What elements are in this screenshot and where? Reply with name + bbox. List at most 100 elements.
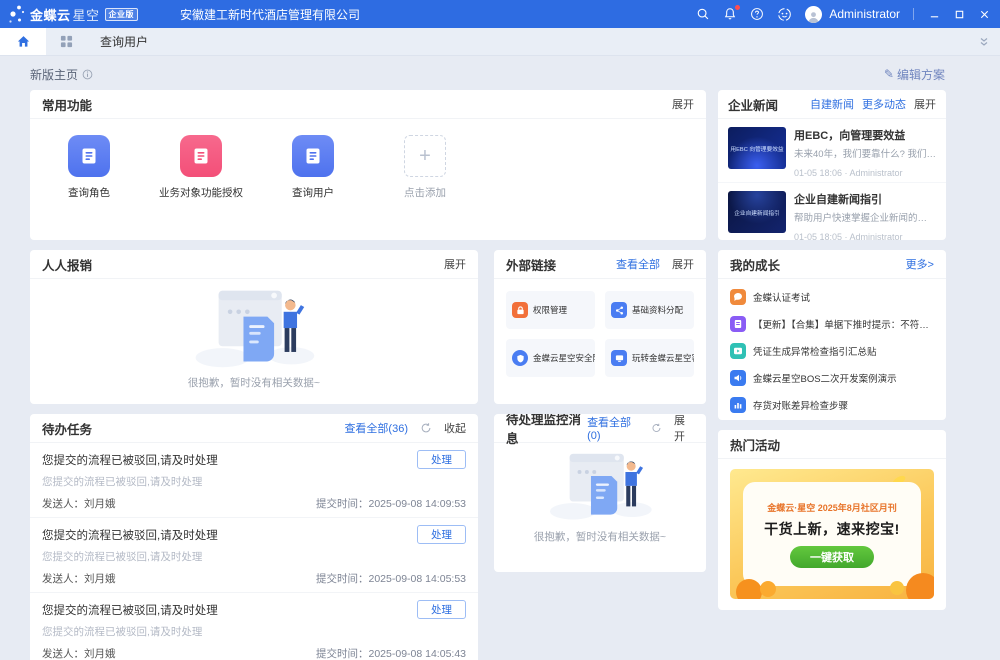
todo-tasks-card: 待办任务 查看全部(36) 收起 您提交的流程已被驳回,请及时处理 处理 您提交…	[30, 414, 478, 660]
todo-time: 提交时间：2025-09-08 14:05:53	[316, 571, 466, 586]
card-title: 待处理监控消息	[506, 414, 587, 447]
doc-icon	[68, 135, 110, 177]
notification-bell-icon[interactable]	[723, 7, 737, 21]
plus-icon: +	[404, 135, 446, 177]
maximize-icon[interactable]	[954, 9, 965, 20]
news-thumbnail: 用EBC 向管理要效益	[728, 127, 786, 169]
doc-icon	[292, 135, 334, 177]
tab-query-user[interactable]: 查询用户	[86, 28, 174, 55]
topbar-divider	[913, 8, 914, 20]
banner-subtitle: 金蝶云·星空 2025年8月社区月刊	[767, 501, 897, 514]
monitor-messages-card: 待处理监控消息 查看全部(0) 展开	[494, 414, 706, 572]
more-news-link[interactable]: 更多动态	[862, 96, 906, 112]
more-link[interactable]: 更多>	[906, 256, 934, 272]
monitor-icon	[611, 350, 627, 366]
news-thumbnail: 企业自建新闻指引	[728, 191, 786, 233]
username[interactable]: Administrator	[829, 7, 900, 21]
view-all-link[interactable]: 查看全部(36)	[344, 420, 408, 436]
refresh-icon[interactable]	[651, 422, 662, 434]
activity-banner[interactable]: 金蝶云·星空 2025年8月社区月刊 干货上新，速来挖宝! 一键获取	[730, 469, 934, 599]
card-title: 企业新闻	[728, 95, 778, 114]
collapse-link[interactable]: 收起	[444, 420, 466, 436]
brand-title: 金蝶云星空 企业版	[30, 5, 138, 24]
pencil-icon: ✎	[884, 67, 894, 81]
growth-item[interactable]: 金蝶认证考试	[718, 283, 946, 310]
minimize-icon[interactable]	[929, 9, 940, 20]
banner-headline: 干货上新，速来挖宝!	[764, 519, 900, 539]
card-title: 我的成长	[730, 255, 780, 274]
external-link-security[interactable]: 金蝶云星空安全防护专题	[506, 339, 595, 377]
growth-item[interactable]: 金蝶云星空BOS二次开发案例演示	[718, 364, 946, 391]
handle-button[interactable]: 处理	[417, 600, 466, 619]
chart-icon	[730, 397, 746, 413]
reimburse-card: 人人报销 展开	[30, 250, 478, 404]
todo-time: 提交时间：2025-09-08 14:09:53	[316, 496, 466, 511]
card-title: 外部链接	[506, 255, 556, 274]
expand-link[interactable]: 展开	[674, 414, 694, 444]
refresh-icon[interactable]	[420, 422, 432, 434]
handle-button[interactable]: 处理	[417, 450, 466, 469]
close-icon[interactable]	[979, 9, 990, 20]
assistant-icon[interactable]	[777, 7, 792, 22]
view-all-link[interactable]: 查看全部(0)	[587, 414, 639, 442]
todo-item: 您提交的流程已被驳回,请及时处理 处理 您提交的流程已被驳回,请及时处理 发送人…	[30, 593, 478, 660]
info-icon[interactable]	[82, 69, 93, 80]
empty-text: 很抱歉，暂时没有相关数据~	[188, 375, 320, 390]
todo-sender: 发送人：刘月娥	[42, 571, 116, 586]
empty-state-illustration	[539, 449, 662, 524]
growth-item[interactable]: 存货对账差异检查步骤	[718, 391, 946, 418]
my-growth-card: 我的成长 更多> 金蝶认证考试 【更新】【合集】单据下推时提示：不符合下推条件	[718, 250, 946, 420]
orange-decor	[890, 581, 904, 595]
home-icon	[16, 34, 31, 49]
company-name: 安徽建工新时代酒店管理有限公司	[180, 6, 360, 23]
create-news-link[interactable]: 自建新闻	[810, 96, 854, 112]
edition-badge: 企业版	[105, 8, 139, 21]
add-function-button[interactable]: + 点击添加	[386, 135, 464, 200]
orange-decor	[906, 573, 934, 599]
growth-item[interactable]: 凭证生成异常检查指引汇总贴	[718, 337, 946, 364]
orange-decor	[760, 581, 776, 597]
function-query-user[interactable]: 查询用户	[274, 135, 352, 200]
empty-state-illustration	[179, 285, 329, 373]
external-link-client[interactable]: 玩转金蝶云星空客户端	[605, 339, 694, 377]
news-item[interactable]: 企业自建新闻指引 企业自建新闻指引 帮助用户快速掌握企业新闻的发布方法 01-0…	[718, 182, 946, 240]
edit-scheme-link[interactable]: ✎编辑方案	[884, 66, 945, 83]
expand-link[interactable]: 展开	[672, 256, 694, 272]
orange-decor	[736, 579, 762, 599]
home-tab[interactable]	[0, 28, 46, 55]
expand-link[interactable]: 展开	[672, 96, 694, 112]
growth-item[interactable]: 【更新】【合集】单据下推时提示：不符合下推条件	[718, 310, 946, 337]
menu-grid-icon[interactable]	[46, 28, 86, 55]
search-icon[interactable]	[696, 7, 710, 21]
external-link-base-data[interactable]: 基础资料分配	[605, 291, 694, 329]
card-title: 人人报销	[42, 255, 92, 274]
function-query-role[interactable]: 查询角色	[50, 135, 128, 200]
hot-activities-card: 热门活动 金蝶云·星空 2025年8月社区月刊 干货上新，速来挖宝! 一键获取	[718, 430, 946, 610]
topbar: 金蝶云星空 企业版 安徽建工新时代酒店管理有限公司 Administrator	[0, 0, 1000, 28]
page-title: 新版主页	[30, 66, 93, 83]
notification-badge	[735, 5, 740, 10]
expand-link[interactable]: 展开	[444, 256, 466, 272]
expand-link[interactable]: 展开	[914, 96, 936, 112]
collapse-tabs-icon[interactable]	[968, 28, 1000, 55]
todo-item: 您提交的流程已被驳回,请及时处理 处理 您提交的流程已被驳回,请及时处理 发送人…	[30, 518, 478, 593]
view-all-link[interactable]: 查看全部	[616, 256, 660, 272]
lock-icon	[512, 302, 528, 318]
function-object-auth[interactable]: 业务对象功能授权	[162, 135, 240, 200]
handle-button[interactable]: 处理	[417, 525, 466, 544]
todo-item: 您提交的流程已被驳回,请及时处理 处理 您提交的流程已被驳回,请及时处理 发送人…	[30, 443, 478, 518]
news-item[interactable]: 用EBC 向管理要效益 用EBC，向管理要效益 未来40年，我们要靠什么? 我们…	[718, 119, 946, 182]
video-icon	[730, 343, 746, 359]
todo-sender: 发送人：刘月娥	[42, 646, 116, 660]
speaker-icon	[730, 370, 746, 386]
user-avatar[interactable]	[805, 6, 822, 23]
common-functions-card: 常用功能 展开 查询角色 业务对象功能授权	[30, 90, 706, 240]
brand-dots-icon	[8, 3, 26, 25]
card-title: 常用功能	[42, 95, 92, 114]
todo-time: 提交时间：2025-09-08 14:05:43	[316, 646, 466, 660]
get-now-button[interactable]: 一键获取	[790, 546, 874, 568]
external-link-permission[interactable]: 权限管理	[506, 291, 595, 329]
card-title: 热门活动	[730, 435, 780, 454]
doc-icon	[180, 135, 222, 177]
help-icon[interactable]	[750, 7, 764, 21]
